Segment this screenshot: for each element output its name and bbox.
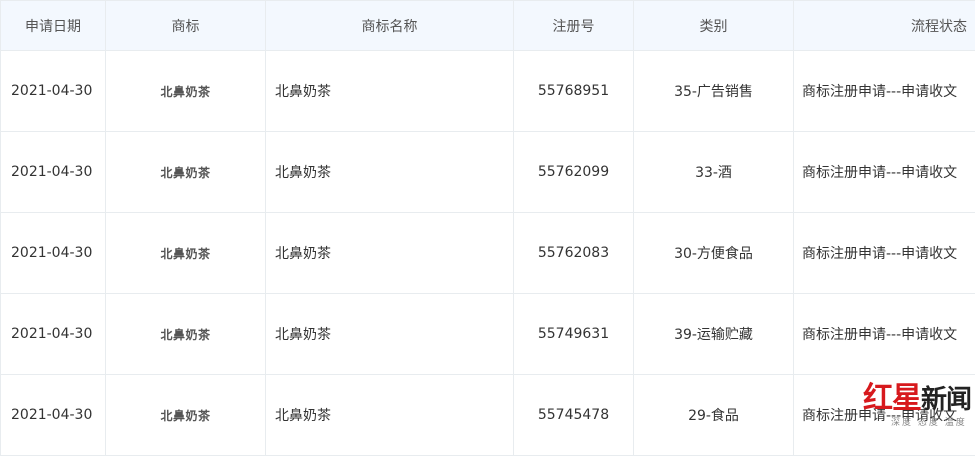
cell-registration-number[interactable]: 55762083: [514, 213, 634, 294]
header-row: 申请日期 商标 商标名称 注册号 类别 流程状态: [1, 1, 975, 51]
cell-apply-date: 2021-04-30: [1, 294, 106, 375]
cell-registration-number[interactable]: 55749631: [514, 294, 634, 375]
watermark-logo-red: 红星: [863, 381, 921, 416]
table-header: 申请日期 商标 商标名称 注册号 类别 流程状态: [1, 1, 975, 51]
news-watermark: 红星新闻 深度 态度 温度: [863, 382, 971, 428]
cell-category: 29-食品: [634, 375, 794, 456]
cell-category: 35-广告销售: [634, 51, 794, 132]
cell-trademark-name[interactable]: 北鼻奶茶: [266, 375, 514, 456]
header-trademark[interactable]: 商标: [106, 1, 266, 51]
trademark-table: 申请日期 商标 商标名称 注册号 类别 流程状态 2021-04-30 北鼻奶茶…: [0, 0, 975, 456]
cell-process-status: 商标注册申请---申请收文: [794, 132, 975, 213]
cell-category: 30-方便食品: [634, 213, 794, 294]
watermark-logo-dark: 新闻: [921, 385, 971, 415]
cell-apply-date: 2021-04-30: [1, 132, 106, 213]
cell-registration-number[interactable]: 55768951: [514, 51, 634, 132]
header-registration-number[interactable]: 注册号: [514, 1, 634, 51]
cell-registration-number[interactable]: 55762099: [514, 132, 634, 213]
cell-process-status: 商标注册申请---申请收文: [794, 51, 975, 132]
cell-category: 33-酒: [634, 132, 794, 213]
cell-trademark-name[interactable]: 北鼻奶茶: [266, 132, 514, 213]
cell-registration-number[interactable]: 55745478: [514, 375, 634, 456]
header-process-status[interactable]: 流程状态: [794, 1, 975, 51]
cell-apply-date: 2021-04-30: [1, 213, 106, 294]
cell-trademark-image: 北鼻奶茶: [106, 375, 266, 456]
watermark-logo: 红星新闻: [863, 382, 971, 417]
cell-trademark-image: 北鼻奶茶: [106, 132, 266, 213]
cell-trademark-name[interactable]: 北鼻奶茶: [266, 51, 514, 132]
cell-process-status: 商标注册申请---申请收文: [794, 294, 975, 375]
table-row[interactable]: 2021-04-30 北鼻奶茶 北鼻奶茶 55749631 39-运输贮藏 商标…: [1, 294, 975, 375]
header-category[interactable]: 类别: [634, 1, 794, 51]
cell-category: 39-运输贮藏: [634, 294, 794, 375]
cell-trademark-name[interactable]: 北鼻奶茶: [266, 294, 514, 375]
cell-trademark-image: 北鼻奶茶: [106, 294, 266, 375]
cell-trademark-image: 北鼻奶茶: [106, 51, 266, 132]
table-row[interactable]: 2021-04-30 北鼻奶茶 北鼻奶茶 55762083 30-方便食品 商标…: [1, 213, 975, 294]
cell-process-status: 商标注册申请---申请收文: [794, 213, 975, 294]
table-row[interactable]: 2021-04-30 北鼻奶茶 北鼻奶茶 55768951 35-广告销售 商标…: [1, 51, 975, 132]
table-row[interactable]: 2021-04-30 北鼻奶茶 北鼻奶茶 55762099 33-酒 商标注册申…: [1, 132, 975, 213]
table-body: 2021-04-30 北鼻奶茶 北鼻奶茶 55768951 35-广告销售 商标…: [1, 51, 975, 456]
cell-trademark-name[interactable]: 北鼻奶茶: [266, 213, 514, 294]
header-apply-date[interactable]: 申请日期: [1, 1, 106, 51]
cell-apply-date: 2021-04-30: [1, 51, 106, 132]
cell-trademark-image: 北鼻奶茶: [106, 213, 266, 294]
cell-apply-date: 2021-04-30: [1, 375, 106, 456]
table-row[interactable]: 2021-04-30 北鼻奶茶 北鼻奶茶 55745478 29-食品 商标注册…: [1, 375, 975, 456]
header-trademark-name[interactable]: 商标名称: [266, 1, 514, 51]
